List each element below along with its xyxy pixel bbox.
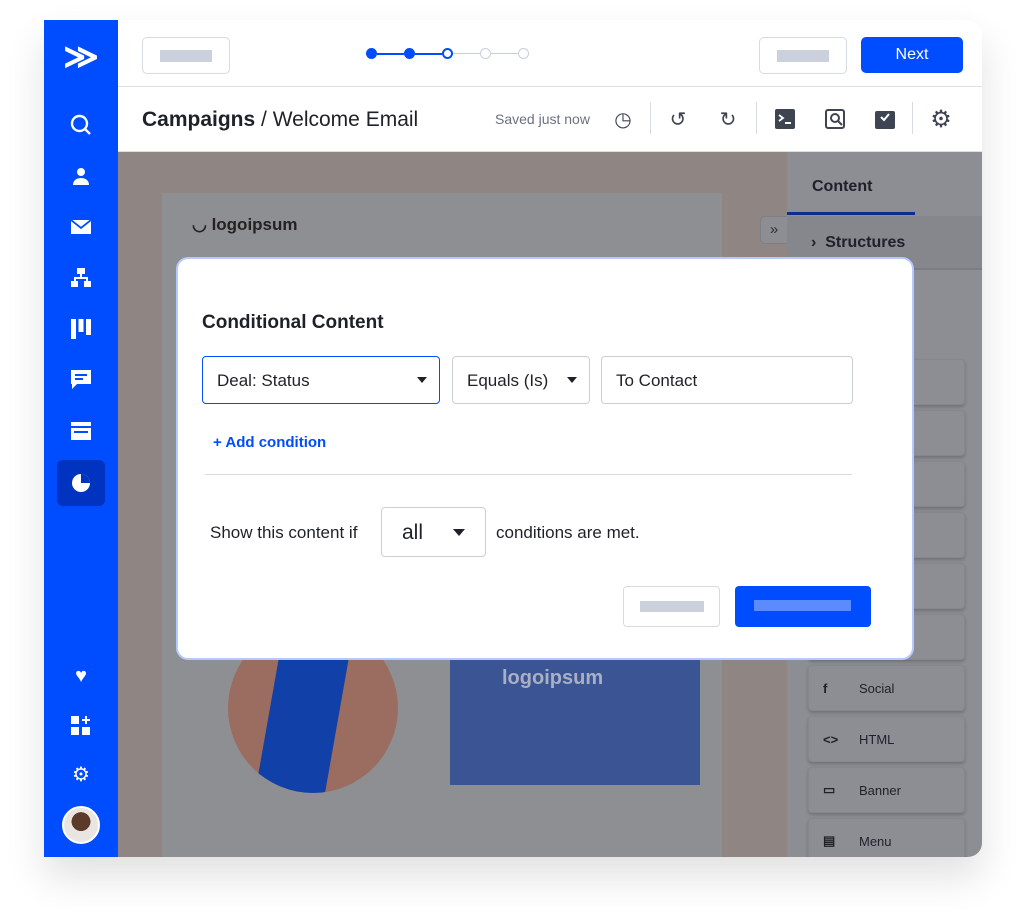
reports-icon[interactable]: [57, 460, 105, 506]
back-button[interactable]: [142, 37, 230, 74]
field-select[interactable]: Deal: Status: [202, 356, 440, 404]
save-button[interactable]: [735, 586, 871, 627]
site-icon[interactable]: [57, 408, 105, 454]
step-1[interactable]: [366, 48, 377, 59]
block-label: Banner: [859, 782, 901, 798]
block-tile[interactable]: <> HTML: [808, 716, 965, 762]
email-logo: ◡ logoipsum: [192, 215, 298, 234]
collapse-panel-button[interactable]: »: [760, 216, 788, 244]
breadcrumb-separator: /: [255, 108, 273, 131]
operator-select[interactable]: Equals (Is): [452, 356, 590, 404]
chevron-down-icon: [567, 377, 577, 383]
breadcrumb-bar: Campaigns / Welcome Email Saved just now…: [118, 88, 982, 152]
history-icon[interactable]: ◷: [608, 104, 638, 134]
block-tile[interactable]: ▤ Menu: [808, 818, 965, 857]
step-3[interactable]: [442, 48, 453, 59]
progress-stepper: [366, 48, 529, 59]
preview-icon[interactable]: [820, 104, 850, 134]
chevron-down-icon: [453, 529, 465, 536]
secondary-button[interactable]: [759, 37, 847, 74]
search-icon[interactable]: [57, 102, 105, 148]
block-label: HTML: [859, 731, 895, 747]
modal-title: Conditional Content: [202, 312, 384, 333]
value-input[interactable]: To Contact: [601, 356, 853, 404]
breadcrumb: Campaigns / Welcome Email: [142, 108, 418, 132]
code-icon[interactable]: [770, 104, 800, 134]
next-button[interactable]: Next: [861, 37, 963, 73]
chevron-down-icon: [417, 377, 427, 383]
conversations-icon[interactable]: [57, 357, 105, 403]
step-4[interactable]: [480, 48, 491, 59]
match-select[interactable]: all: [381, 507, 486, 557]
block-label: Menu: [859, 833, 892, 849]
tab-content[interactable]: Content: [787, 152, 915, 215]
apps-icon[interactable]: [57, 703, 105, 749]
sidebar: ≫ ♥ ⚙: [44, 20, 118, 857]
banner-block: logoipsum: [450, 653, 700, 785]
conditional-content-modal: Conditional Content Deal: Status Equals …: [176, 257, 914, 660]
logo-icon[interactable]: ≫: [57, 34, 105, 80]
automations-icon[interactable]: [57, 255, 105, 301]
show-suffix: conditions are met.: [496, 523, 640, 542]
undo-icon[interactable]: ↺: [663, 104, 693, 134]
show-prefix: Show this content if: [210, 523, 358, 542]
divider: [205, 474, 852, 475]
saved-status: Saved just now: [495, 111, 590, 127]
block-tile[interactable]: f Social: [808, 665, 965, 711]
settings-icon[interactable]: ⚙: [57, 751, 105, 797]
block-icon: ▭: [823, 782, 836, 797]
breadcrumb-current: Welcome Email: [272, 108, 419, 131]
test-email-icon[interactable]: [870, 104, 900, 134]
gear-icon[interactable]: ⚙: [926, 104, 956, 134]
block-tile[interactable]: ▭ Banner: [808, 767, 965, 813]
app-window: ≫ ♥ ⚙ Next Campaigns / Welcome Email Sav…: [44, 20, 982, 857]
add-condition-link[interactable]: + Add condition: [213, 434, 326, 451]
block-icon: f: [823, 680, 828, 696]
contacts-icon[interactable]: [57, 153, 105, 199]
heart-icon[interactable]: ♥: [57, 653, 105, 699]
avatar[interactable]: [62, 806, 100, 844]
block-icon: ▤: [823, 833, 836, 848]
step-2[interactable]: [404, 48, 415, 59]
block-icon: <>: [823, 731, 839, 747]
step-5[interactable]: [518, 48, 529, 59]
breadcrumb-parent[interactable]: Campaigns: [142, 108, 255, 131]
pipelines-icon[interactable]: [57, 306, 105, 352]
block-label: Social: [859, 680, 895, 696]
email-icon[interactable]: [57, 204, 105, 250]
redo-icon[interactable]: ↻: [713, 104, 743, 134]
top-bar: Next: [118, 20, 982, 87]
cancel-button[interactable]: [623, 586, 720, 627]
